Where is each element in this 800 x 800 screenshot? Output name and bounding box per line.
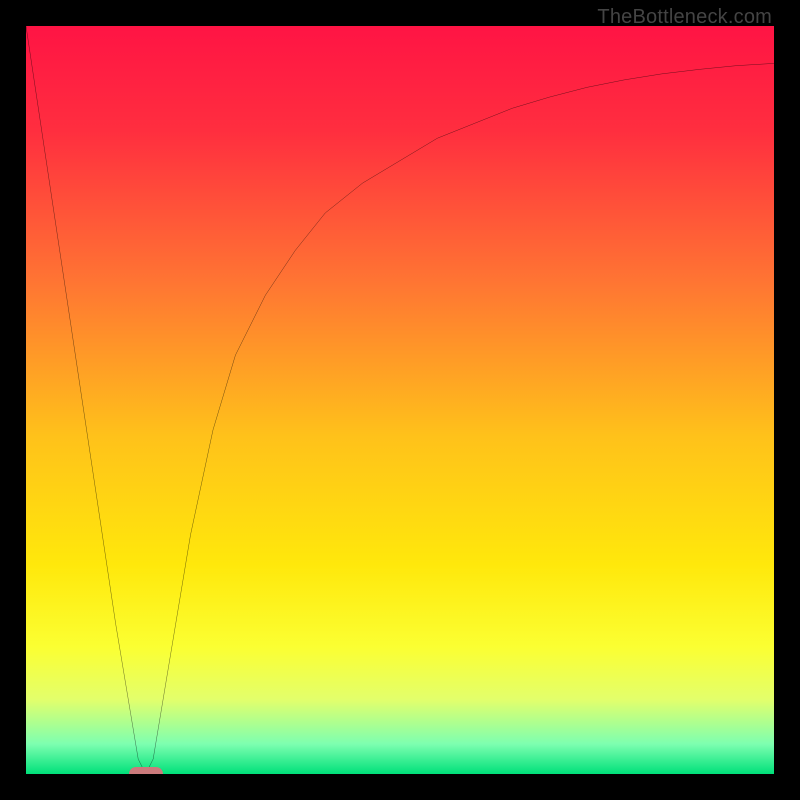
- bottleneck-curve: [26, 26, 774, 774]
- plot-area: [26, 26, 774, 774]
- optimal-marker: [129, 767, 163, 774]
- chart-frame: TheBottleneck.com: [0, 0, 800, 800]
- watermark-text: TheBottleneck.com: [597, 6, 772, 29]
